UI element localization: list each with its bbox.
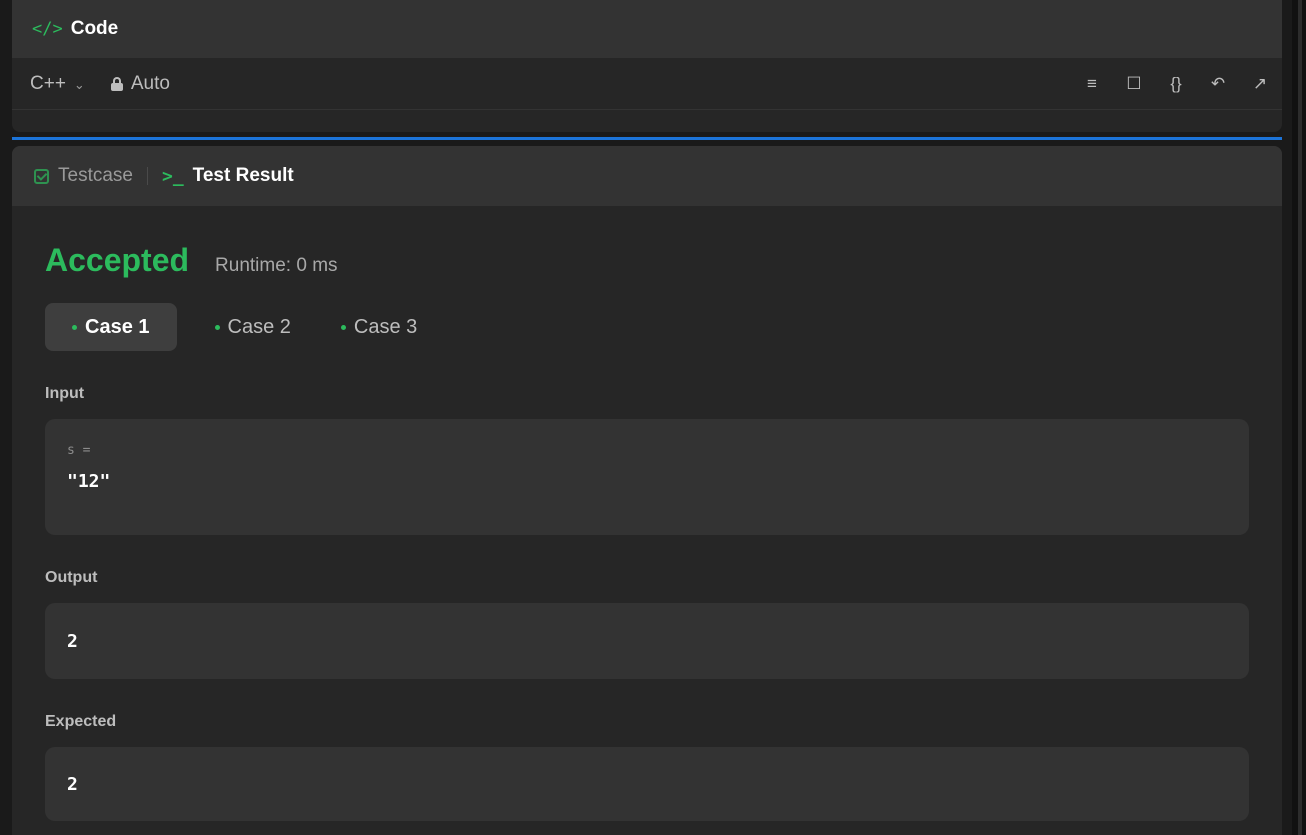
reset-icon[interactable]: ↶ <box>1208 74 1228 94</box>
input-value: "12" <box>67 471 111 492</box>
code-icon: </> <box>32 19 63 39</box>
case-tab-label: Case 3 <box>353 315 418 338</box>
input-box: s = "12" <box>45 419 1249 535</box>
input-variable-name: s = <box>67 443 91 458</box>
checkbox-icon <box>34 168 49 184</box>
output-box: 2 <box>45 603 1249 679</box>
result-body: Accepted Runtime: 0 ms Case 1 Case 2 Cas… <box>12 242 1282 821</box>
pass-dot-icon <box>214 324 220 330</box>
language-label: C++ <box>30 72 66 94</box>
expand-icon[interactable]: ↗ <box>1250 74 1270 94</box>
scrollbar-thumb[interactable] <box>1298 0 1302 835</box>
format-icon[interactable]: ≡ <box>1082 74 1102 94</box>
case-tab-2[interactable]: Case 2 <box>203 303 303 351</box>
case-tabs: Case 1 Case 2 Case 3 <box>45 303 1249 351</box>
result-panel: Testcase >_ Test Result Accepted Runtime… <box>12 146 1282 835</box>
case-tab-3[interactable]: Case 3 <box>329 303 429 351</box>
runtime-label: Runtime: 0 ms <box>215 255 338 276</box>
panel-resize-handle[interactable] <box>12 137 1282 140</box>
braces-icon[interactable]: {} <box>1166 74 1186 94</box>
scrollbar[interactable] <box>1292 0 1306 835</box>
code-panel: </> Code C++ ⌄ Auto ≡ ☐ {} ↶ ↗ <box>12 0 1282 132</box>
app-root: </> Code C++ ⌄ Auto ≡ ☐ {} ↶ ↗ Testcase … <box>0 0 1306 835</box>
auto-mode-label: Auto <box>130 72 170 94</box>
expected-label: Expected <box>45 713 117 730</box>
status-label: Accepted <box>45 242 190 278</box>
pass-dot-icon <box>72 324 77 330</box>
auto-mode-toggle[interactable]: Auto <box>110 72 170 95</box>
status-row: Accepted Runtime: 0 ms <box>45 242 1249 279</box>
tab-divider <box>146 167 148 185</box>
expected-box: 2 <box>45 747 1249 821</box>
chevron-down-icon: ⌄ <box>73 76 85 92</box>
lock-icon <box>110 76 123 91</box>
output-value: 2 <box>67 630 78 652</box>
code-toolbar: C++ ⌄ Auto ≡ ☐ {} ↶ ↗ <box>12 58 1282 110</box>
case-tab-label: Case 2 <box>227 315 291 338</box>
input-label: Input <box>45 385 85 402</box>
tab-test-result-label: Test Result <box>192 165 294 186</box>
bookmark-icon[interactable]: ☐ <box>1124 74 1144 94</box>
tab-test-result[interactable]: >_ Test Result <box>162 165 294 187</box>
pass-dot-icon <box>340 324 346 330</box>
case-tab-1[interactable]: Case 1 <box>45 303 177 351</box>
code-panel-header: </> Code <box>12 0 1282 58</box>
case-tab-label: Case 1 <box>85 315 150 338</box>
output-label: Output <box>45 569 98 586</box>
terminal-icon: >_ <box>161 165 184 187</box>
tab-testcase[interactable]: Testcase <box>34 165 133 187</box>
tab-testcase-label: Testcase <box>58 165 133 186</box>
code-panel-title: Code <box>70 18 119 39</box>
expected-value: 2 <box>67 773 78 795</box>
result-panel-header: Testcase >_ Test Result <box>12 146 1282 206</box>
toolbar-icons: ≡ ☐ {} ↶ ↗ <box>1082 74 1270 94</box>
language-selector[interactable]: C++ ⌄ <box>30 73 85 95</box>
